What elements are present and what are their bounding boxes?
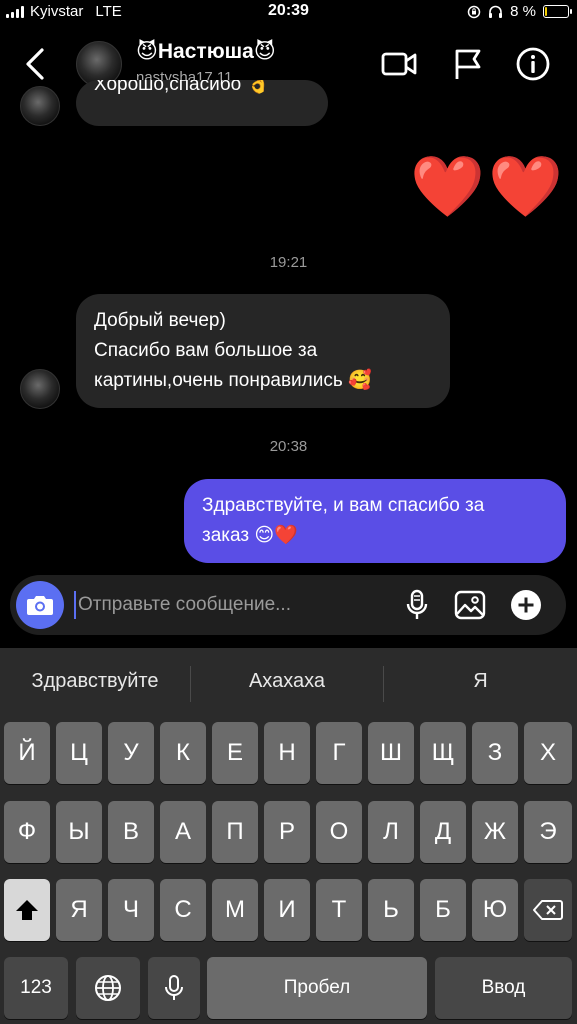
key[interactable]: У [108, 722, 154, 784]
return-key[interactable]: Ввод [435, 957, 572, 1019]
message-bubble-outgoing[interactable]: Здравствуйте, и вам спасибо за заказ 😊❤️ [184, 479, 566, 563]
key[interactable]: Ю [472, 879, 518, 941]
rotation-lock-icon [467, 5, 481, 18]
status-bar: Kyivstar LTE 20:39 8 % [0, 0, 577, 24]
key[interactable]: Л [368, 801, 414, 863]
info-icon[interactable] [514, 46, 552, 82]
status-right: 8 % [467, 3, 572, 20]
battery-icon [543, 5, 572, 18]
key[interactable]: О [316, 801, 362, 863]
key[interactable]: Ы [56, 801, 102, 863]
key[interactable]: И [264, 879, 310, 941]
backspace-icon [533, 900, 563, 920]
message-bubble-incoming[interactable]: Добрый вечер) Спасибо вам большое за кар… [76, 294, 450, 408]
message-input[interactable] [74, 591, 374, 619]
globe-icon [95, 975, 121, 1001]
key[interactable]: Т [316, 879, 362, 941]
space-key[interactable]: Пробел [207, 957, 427, 1019]
key[interactable]: М [212, 879, 258, 941]
chevron-left-icon[interactable] [20, 44, 52, 84]
message-text: Добрый вечер) [94, 310, 226, 331]
keyboard: Здравствуйте Ахахаха Я Й Ц У К Е Н Г Ш Щ… [0, 648, 577, 1024]
timestamp: 20:38 [269, 438, 308, 455]
timestamp: 19:21 [269, 254, 308, 271]
key[interactable]: П [212, 801, 258, 863]
key[interactable]: Н [264, 722, 310, 784]
battery-percent: 8 % [510, 3, 536, 20]
message-composer [10, 575, 566, 635]
message-text: картины,очень понравились 🥰 [94, 370, 372, 391]
key[interactable]: З [472, 722, 518, 784]
key[interactable]: В [108, 801, 154, 863]
plus-circle-icon[interactable] [509, 588, 543, 622]
delete-key[interactable] [524, 879, 572, 941]
headphones-icon [489, 5, 503, 18]
key[interactable]: Я [56, 879, 102, 941]
suggestion-item[interactable]: Здравствуйте [0, 670, 190, 693]
contact-name[interactable]: 😈Настюша😈 [136, 39, 276, 64]
key[interactable]: А [160, 801, 206, 863]
key[interactable]: Е [212, 722, 258, 784]
suggestion-item[interactable]: Я [384, 670, 577, 693]
key[interactable]: Д [420, 801, 466, 863]
avatar [20, 86, 60, 126]
key[interactable]: Б [420, 879, 466, 941]
camera-button[interactable] [16, 581, 64, 629]
numbers-key[interactable]: 123 [4, 957, 68, 1019]
dictation-key[interactable] [148, 957, 200, 1019]
key[interactable]: Ф [4, 801, 50, 863]
message-text: Хорошо,спасибо 👌 [94, 80, 271, 95]
suggestion-item[interactable]: Ахахаха [191, 670, 383, 693]
suggestion-bar: Здравствуйте Ахахаха Я [0, 648, 577, 720]
key[interactable]: Ь [368, 879, 414, 941]
shift-key[interactable] [4, 879, 50, 941]
key[interactable]: Ч [108, 879, 154, 941]
key[interactable]: Ш [368, 722, 414, 784]
microphone-icon[interactable] [400, 588, 434, 622]
key[interactable]: Й [4, 722, 50, 784]
key[interactable]: С [160, 879, 206, 941]
key[interactable]: К [160, 722, 206, 784]
message-text: Здравствуйте, и вам спасибо за [202, 495, 485, 516]
key[interactable]: Ж [472, 801, 518, 863]
microphone-icon [165, 975, 183, 1000]
message-text: заказ 😊❤️ [202, 525, 298, 546]
key[interactable]: Х [524, 722, 572, 784]
key[interactable]: Э [524, 801, 572, 863]
image-icon[interactable] [453, 588, 487, 622]
message-text: Спасибо вам большое за [94, 340, 318, 361]
camera-icon [27, 596, 53, 615]
video-camera-icon[interactable] [380, 46, 418, 82]
avatar [20, 369, 60, 409]
shift-icon [16, 900, 38, 920]
heart-emoji[interactable]: ❤️ [488, 152, 563, 222]
key[interactable]: Г [316, 722, 362, 784]
key[interactable]: Щ [420, 722, 466, 784]
flag-icon[interactable] [449, 46, 487, 82]
message-list: Хорошо,спасибо 👌 ❤️ ❤️ 19:21 Добрый вече… [0, 80, 577, 570]
key[interactable]: Ц [56, 722, 102, 784]
heart-emoji[interactable]: ❤️ [410, 152, 485, 222]
globe-key[interactable] [76, 957, 140, 1019]
key[interactable]: Р [264, 801, 310, 863]
message-bubble-incoming[interactable]: Хорошо,спасибо 👌 [76, 80, 328, 126]
